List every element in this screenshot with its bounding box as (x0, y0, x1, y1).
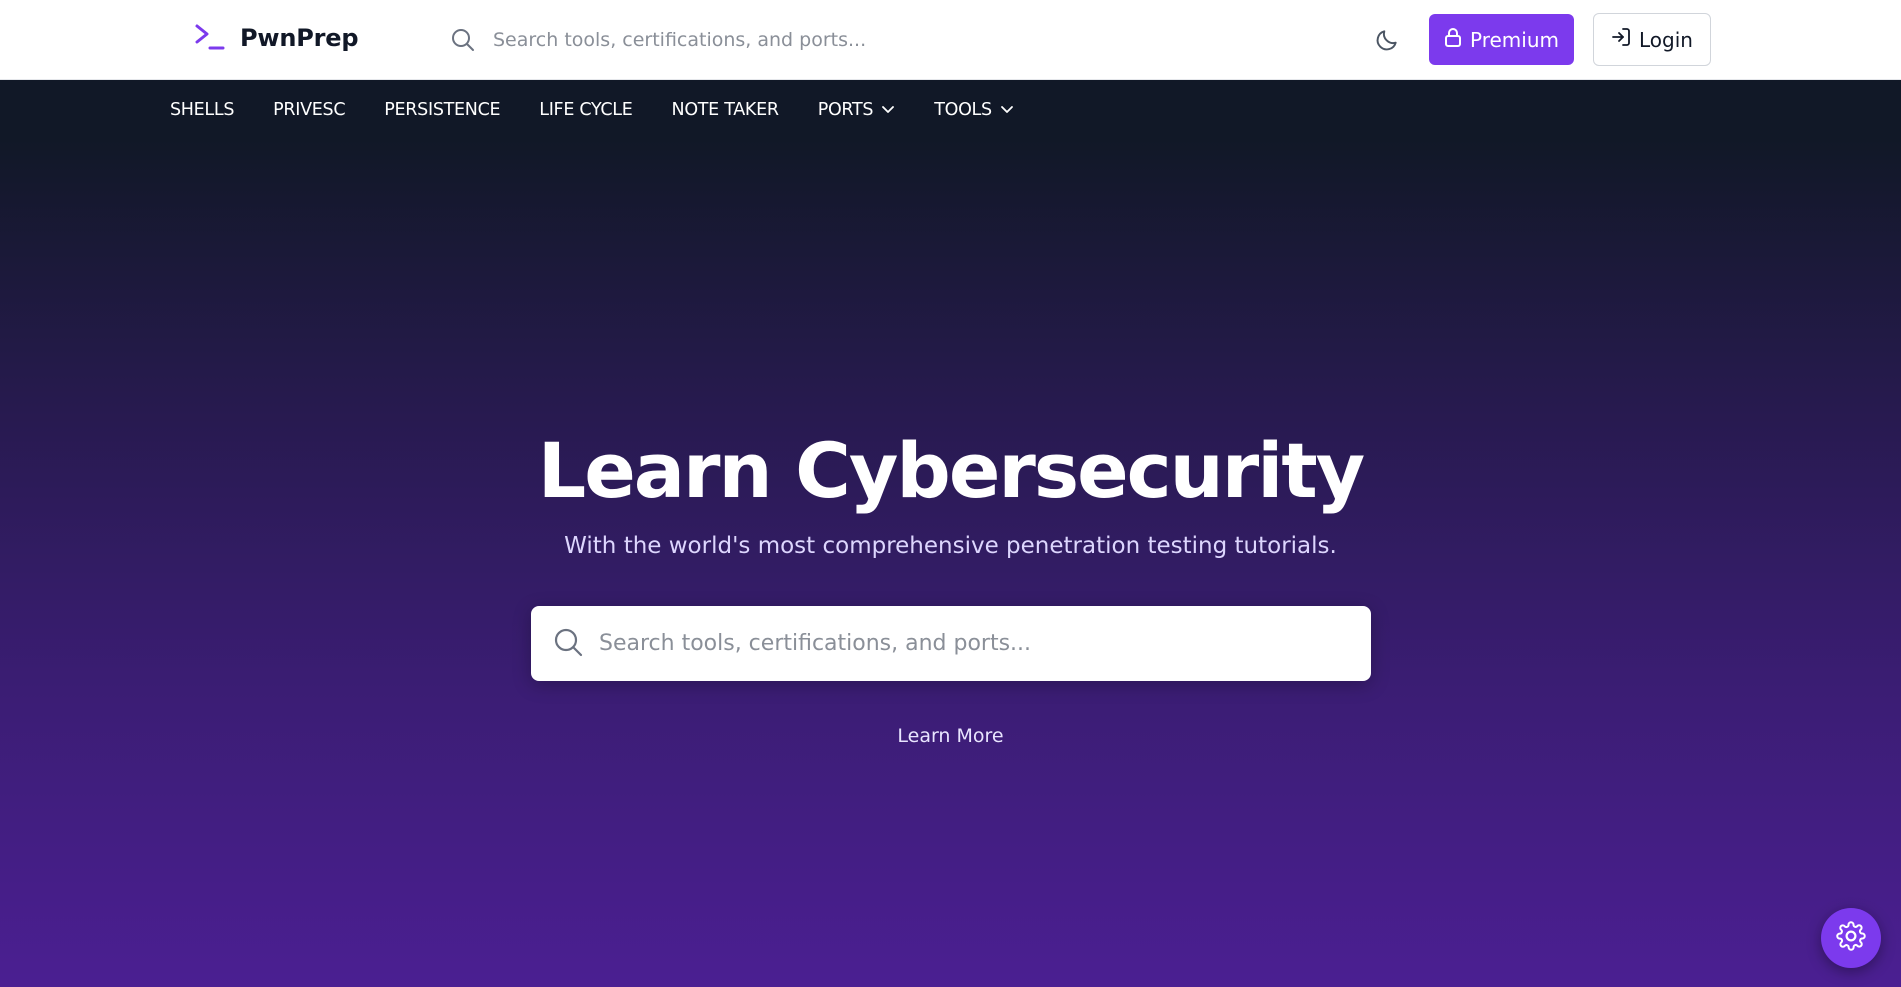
hero-search-input[interactable] (599, 620, 1339, 667)
hero-search-box[interactable] (531, 606, 1371, 681)
nav-item-privesc[interactable]: PRIVESC (273, 100, 345, 120)
header-search-input[interactable] (493, 20, 1033, 60)
nav-item-label: NOTE TAKER (671, 100, 779, 120)
nav-item-life-cycle[interactable]: LIFE CYCLE (539, 100, 633, 120)
login-label: Login (1639, 27, 1693, 52)
nav-item-persistence[interactable]: PERSISTENCE (384, 100, 500, 120)
hero-section: Learn Cybersecurity With the world's mos… (0, 140, 1901, 987)
moon-icon[interactable] (1372, 25, 1402, 55)
lock-icon (1444, 27, 1462, 52)
nav-item-label: PORTS (817, 100, 874, 120)
hero-title: Learn Cybersecurity (537, 426, 1365, 515)
nav-item-tools[interactable]: TOOLS (934, 100, 1014, 120)
brand-name: PwnPrep (240, 24, 359, 52)
nav-item-note-taker[interactable]: NOTE TAKER (672, 100, 779, 120)
premium-label: Premium (1470, 27, 1559, 52)
main-nav: SHELLS PRIVESC PERSISTENCE LIFE CYCLE NO… (0, 80, 1901, 140)
hero-subtitle: With the world's most comprehensive pene… (564, 533, 1337, 559)
nav-item-shells[interactable]: SHELLS (170, 100, 234, 120)
chevron-down-icon (1000, 100, 1014, 120)
settings-fab-button[interactable] (1821, 908, 1881, 968)
nav-item-label: LIFE CYCLE (539, 100, 633, 120)
nav-item-label: PRIVESC (273, 100, 346, 120)
search-icon (553, 627, 585, 659)
gear-icon (1836, 920, 1866, 956)
nav-item-label: TOOLS (934, 100, 992, 120)
chevron-down-icon (881, 100, 895, 120)
terminal-prompt-icon (194, 22, 226, 54)
login-button[interactable]: Login (1593, 13, 1711, 66)
login-arrow-icon (1611, 27, 1631, 52)
nav-item-ports[interactable]: PORTS (818, 100, 896, 120)
nav-item-label: SHELLS (170, 100, 235, 120)
nav-item-label: PERSISTENCE (384, 100, 501, 120)
search-icon (450, 27, 476, 53)
brand-logo-link[interactable]: PwnPrep (194, 22, 359, 54)
premium-button[interactable]: Premium (1429, 14, 1574, 65)
top-header: PwnPrep Premium Login (0, 0, 1901, 80)
learn-more-link[interactable]: Learn More (0, 725, 1901, 747)
